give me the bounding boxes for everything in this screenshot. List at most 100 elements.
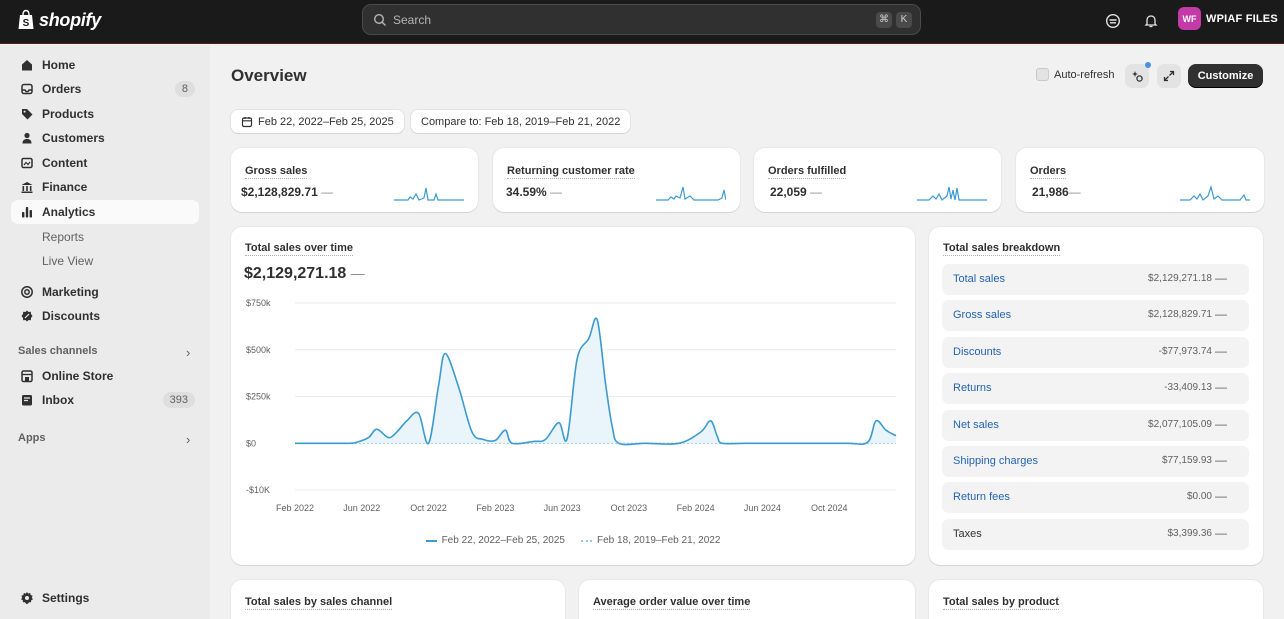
breakdown-value: $2,077,105.09: [1148, 418, 1212, 430]
total-sales-change: —: [350, 265, 365, 281]
x-tick-label: Feb 2022: [276, 503, 314, 513]
sidebar-item-orders[interactable]: Orders 8: [11, 77, 199, 101]
x-tick-label: Oct 2022: [410, 503, 447, 513]
avg-order-value-card: Average order value over time: [579, 580, 915, 619]
y-tick-label: $750k: [246, 298, 271, 308]
sidebar-item-analytics[interactable]: Analytics: [11, 200, 199, 224]
kpi-card-returning-rate[interactable]: Returning customer rate 34.59% —: [493, 148, 740, 212]
breakdown-row[interactable]: Discounts -$77,973.74—: [942, 336, 1249, 368]
breakdown-label[interactable]: Gross sales: [953, 309, 1011, 321]
breakdown-label[interactable]: Return fees: [953, 491, 1010, 503]
auto-refresh-checkbox[interactable]: [1036, 68, 1049, 81]
card-title[interactable]: Total sales by sales channel: [245, 596, 393, 610]
kpi-card-gross-sales[interactable]: Gross sales $2,128,829.71 —: [231, 148, 478, 212]
expand-button[interactable]: [1157, 64, 1181, 88]
chevron-right-icon[interactable]: ›: [186, 432, 190, 447]
sparkle-settings-button[interactable]: [1125, 64, 1149, 88]
breakdown-value: $77,159.93: [1161, 455, 1212, 466]
breakdown-change: —: [1215, 343, 1227, 358]
sidebar-item-label: Analytics: [42, 205, 96, 219]
breakdown-label: Taxes: [953, 527, 982, 540]
store-icon: [21, 370, 33, 383]
sparkline: [1180, 184, 1250, 201]
breakdown-row[interactable]: Gross sales $2,128,829.71—: [942, 300, 1249, 332]
gear-icon: [21, 592, 33, 604]
sales-by-product-card: Total sales by product: [929, 580, 1263, 619]
kpi-card-orders[interactable]: Orders 21,986—: [1016, 148, 1264, 212]
kpi-value: 21,986—: [1032, 185, 1081, 199]
breakdown-label[interactable]: Returns: [953, 382, 992, 394]
legend-item-compare[interactable]: Feb 18, 2019–Feb 21, 2022: [581, 535, 720, 546]
sales-line-chart[interactable]: $750k $500k $250k $0 -$10K Feb 2022 Jun 2022 Oc…: [231, 287, 915, 527]
kpi-value: $2,128,829.71 —: [241, 185, 333, 199]
customize-button[interactable]: Customize: [1188, 64, 1263, 88]
total-sales-value: $2,129,271.18 —: [244, 265, 365, 283]
search-bar[interactable]: ⌘ K: [362, 4, 921, 35]
sidebar-item-label: Online Store: [42, 369, 114, 383]
auto-refresh-label: Auto-refresh: [1054, 68, 1115, 81]
breakdown-row[interactable]: Shipping charges $77,159.93—: [942, 446, 1249, 477]
compare-date-picker[interactable]: Compare to: Feb 18, 2019–Feb 21, 2022: [411, 110, 631, 133]
sidebar-item-customers[interactable]: Customers: [11, 126, 199, 150]
sidebar-item-label: Finance: [42, 180, 88, 194]
sidebar-item-marketing[interactable]: Marketing: [11, 280, 199, 304]
sparkline: [656, 186, 726, 201]
sidebar-item-products[interactable]: Products: [11, 102, 199, 126]
auto-refresh-toggle[interactable]: Auto-refresh: [1036, 68, 1115, 81]
x-tick-label: Oct 2023: [611, 503, 648, 513]
tag-icon: [22, 109, 33, 120]
compare-label: Compare to: Feb 18, 2019–Feb 21, 2022: [421, 115, 621, 128]
sidebar-item-settings[interactable]: Settings: [11, 586, 199, 610]
sidebar-item-finance[interactable]: Finance: [11, 175, 199, 199]
breakdown-change: —: [1215, 525, 1227, 540]
breakdown-row[interactable]: Returns -33,409.13—: [942, 373, 1249, 405]
kpi-change: —: [321, 185, 334, 199]
sales-by-channel-card: Total sales by sales channel: [231, 580, 565, 619]
card-title[interactable]: Total sales over time: [245, 242, 354, 256]
sidebar-subitem-live-view[interactable]: Live View: [42, 254, 93, 268]
kpi-change: —: [550, 185, 563, 199]
breakdown-row[interactable]: Return fees $0.00—: [942, 482, 1249, 514]
brand-name: shopify: [39, 9, 101, 30]
kpi-card-orders-fulfilled[interactable]: Orders fulfilled 22,059 —: [754, 148, 1001, 212]
sidebar-item-content[interactable]: Content: [11, 151, 199, 175]
breakdown-row[interactable]: Net sales $2,077,105.09—: [942, 409, 1249, 441]
sales-channels-label[interactable]: Sales channels: [18, 345, 98, 357]
breakdown-label[interactable]: Total sales: [953, 273, 1005, 285]
search-icon: [373, 13, 386, 26]
legend-swatch-dotted: [581, 539, 592, 542]
breakdown-value: $2,128,829.71: [1148, 309, 1212, 321]
inbox-count-badge: 393: [162, 392, 195, 408]
kpi-title: Returning customer rate: [507, 165, 635, 179]
x-tick-label: Oct 2024: [811, 503, 848, 513]
bell-icon[interactable]: [1141, 11, 1161, 31]
breakdown-label[interactable]: Net sales: [953, 419, 999, 431]
sidebar-item-home[interactable]: Home: [11, 53, 199, 77]
chevron-right-icon[interactable]: ›: [186, 345, 190, 360]
sidebar-item-discounts[interactable]: Discounts: [11, 304, 199, 328]
sidebar-item-online-store[interactable]: Online Store: [11, 364, 199, 388]
store-avatar[interactable]: WF: [1178, 7, 1201, 30]
sidebar-item-inbox[interactable]: Inbox 393: [11, 388, 199, 412]
apps-label[interactable]: Apps: [18, 432, 46, 444]
breakdown-row[interactable]: Total sales $2,129,271.18—: [942, 264, 1249, 295]
shortcut-key-cmd: ⌘: [876, 11, 892, 28]
expand-icon: [1163, 70, 1175, 82]
card-title[interactable]: Average order value over time: [593, 596, 751, 610]
top-bar: S shopify ⌘ K WF WPIAF FILES: [0, 0, 1284, 44]
sidebar-subitem-reports[interactable]: Reports: [42, 230, 84, 244]
breakdown-label[interactable]: Discounts: [953, 346, 1001, 358]
legend-item-current[interactable]: Feb 22, 2022–Feb 25, 2025: [425, 535, 565, 546]
store-name[interactable]: WPIAF FILES: [1206, 13, 1278, 25]
kpi-title: Orders: [1030, 165, 1067, 179]
card-title[interactable]: Total sales by product: [943, 596, 1059, 610]
sparkline: [394, 187, 464, 201]
breakdown-label[interactable]: Shipping charges: [953, 455, 1038, 467]
chart-legend: Feb 22, 2022–Feb 25, 2025 Feb 18, 2019–F…: [231, 535, 915, 546]
card-title[interactable]: Total sales breakdown: [943, 242, 1061, 256]
sidekick-icon[interactable]: [1103, 11, 1123, 31]
kpi-value-text: 22,059: [770, 185, 807, 199]
search-input[interactable]: [393, 12, 872, 27]
date-range-picker[interactable]: Feb 22, 2022–Feb 25, 2025: [231, 110, 404, 133]
shopify-logo[interactable]: S shopify: [17, 9, 101, 31]
